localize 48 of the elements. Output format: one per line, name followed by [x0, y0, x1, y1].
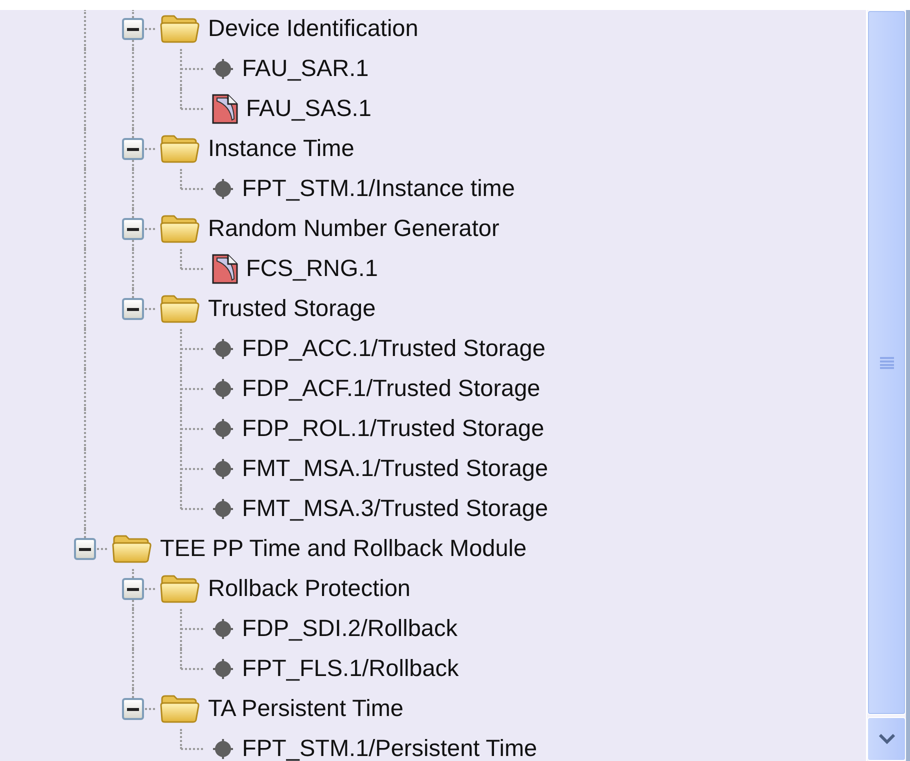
tree-item-label[interactable]: FDP_SDI.2/Rollback [242, 611, 458, 647]
grip-icon [880, 356, 894, 368]
collapse-button[interactable] [122, 18, 144, 40]
bullet-icon [212, 458, 234, 480]
tree-item-label[interactable]: FDP_ACC.1/Trusted Storage [242, 331, 546, 367]
folder-label[interactable]: Rollback Protection [208, 571, 410, 607]
tree-item-label[interactable]: FCS_RNG.1 [246, 251, 378, 287]
folder-icon [160, 574, 200, 604]
folder-icon [160, 14, 200, 44]
scroll-down-button[interactable] [867, 717, 906, 761]
document-icon [212, 254, 238, 284]
folder-label[interactable]: Trusted Storage [208, 291, 376, 327]
folder-icon [160, 134, 200, 164]
collapse-button[interactable] [74, 538, 96, 560]
tree-item-label[interactable]: FDP_ACF.1/Trusted Storage [242, 371, 540, 407]
collapse-button[interactable] [122, 298, 144, 320]
tree-item-label[interactable]: FAU_SAS.1 [246, 91, 372, 127]
tree-item-label[interactable]: FDP_ROL.1/Trusted Storage [242, 411, 544, 447]
bullet-icon [212, 658, 234, 680]
bullet-icon [212, 58, 234, 80]
folder-icon [160, 694, 200, 724]
bullet-icon [212, 178, 234, 200]
document-icon [212, 94, 238, 124]
folder-label[interactable]: Instance Time [208, 131, 354, 167]
collapse-button[interactable] [122, 578, 144, 600]
bullet-icon [212, 378, 234, 400]
folder-icon [160, 214, 200, 244]
folder-icon [160, 294, 200, 324]
tree-item-label[interactable]: FMT_MSA.1/Trusted Storage [242, 451, 548, 487]
bullet-icon [212, 338, 234, 360]
collapse-button[interactable] [122, 698, 144, 720]
bullet-icon [212, 498, 234, 520]
folder-label[interactable]: TEE PP Time and Rollback Module [160, 531, 527, 567]
bullet-icon [212, 418, 234, 440]
folder-icon [112, 534, 152, 564]
tree-item-label[interactable]: FAU_SAR.1 [242, 51, 369, 87]
folder-label[interactable]: Device Identification [208, 11, 418, 47]
bullet-icon [212, 738, 234, 760]
folder-label[interactable]: TA Persistent Time [208, 691, 404, 727]
bullet-icon [212, 618, 234, 640]
tree-item-label[interactable]: FMT_MSA.3/Trusted Storage [242, 491, 548, 527]
collapse-button[interactable] [122, 138, 144, 160]
folder-label[interactable]: Random Number Generator [208, 211, 500, 247]
tree-item-label[interactable]: FPT_STM.1/Persistent Time [242, 731, 538, 761]
tree-item-label[interactable]: FPT_STM.1/Instance time [242, 171, 515, 207]
tree-item-label[interactable]: FPT_FLS.1/Rollback [242, 651, 459, 687]
collapse-button[interactable] [122, 218, 144, 240]
chevron-down-icon [878, 734, 894, 744]
